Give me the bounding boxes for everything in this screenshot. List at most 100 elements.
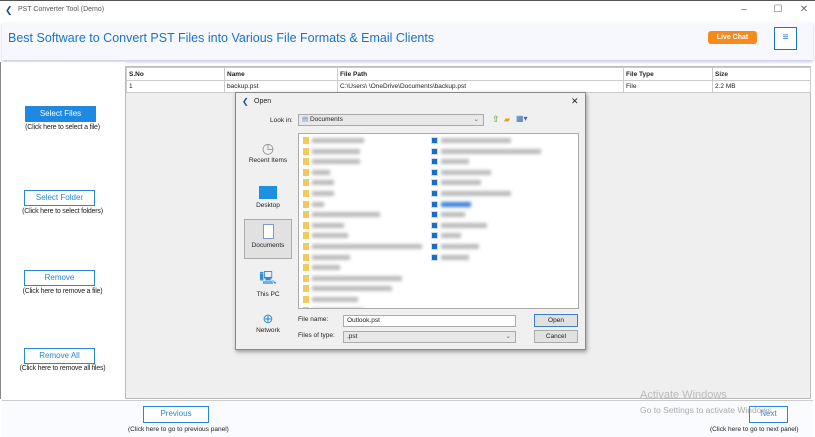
col-size[interactable]: Size [712,67,811,81]
cancel-button[interactable]: Cancel [534,330,578,343]
folder-item[interactable] [303,190,334,198]
documents-icon [262,224,274,239]
view-menu-icon[interactable]: ▦▾ [516,114,528,123]
left-panel: Select Files (Click here to select a fil… [0,62,125,399]
live-chat-button[interactable]: Live Chat [708,31,757,44]
select-files-button[interactable]: Select Files [25,106,96,122]
redacted-name [441,254,469,260]
pst-file-item[interactable] [431,158,469,166]
folder-item[interactable] [303,200,324,209]
look-in-select[interactable]: ▤ Documents ⌄ [298,114,484,126]
pst-file-item[interactable] [431,179,481,187]
maximize-button[interactable]: ☐ [771,4,785,15]
pst-file-item[interactable] [431,243,479,251]
place-label: Recent Items [248,157,288,164]
documents-small-icon: ▤ [302,116,310,123]
chevron-down-icon: ⌄ [505,333,511,340]
place-network[interactable]: ⊕ Network [244,311,292,334]
folder-icon [303,243,309,250]
folder-item[interactable] [303,274,402,283]
redacted-name [312,244,422,249]
folder-item[interactable] [303,243,422,251]
redacted-name [441,212,465,218]
place-recent-items[interactable]: ◷ Recent Items [244,140,292,164]
cell-name: backup.pst [224,80,338,93]
pst-file-item[interactable] [431,200,471,209]
pst-file-item[interactable] [431,232,461,240]
folder-item[interactable] [303,264,340,272]
outlook-file-icon [431,232,438,240]
table-row[interactable]: 1 backup.pst C:\Users\ \OneDrive\Documen… [126,80,811,93]
col-file-path[interactable]: File Path [337,67,624,81]
folder-item[interactable] [303,232,348,240]
place-this-pc[interactable]: 🖳 This PC [244,269,292,298]
header: Best Software to Convert PST Files into … [2,22,813,60]
folder-icon [303,179,309,187]
previous-button[interactable]: Previous [143,406,209,423]
pst-file-item[interactable] [431,137,511,145]
place-documents[interactable]: Documents [244,219,292,259]
folder-item[interactable] [303,285,392,293]
folder-icon [303,168,309,176]
file-table: S.No Name File Path File Type Size 1 bac… [126,67,811,93]
files-of-type-select[interactable]: .pst ⌄ [343,331,516,343]
pst-file-item[interactable] [431,168,491,177]
previous-caption: (Click here to go to previous panel) [128,426,229,433]
col-sno[interactable]: S.No [126,67,225,81]
open-dialog: ❮ Open ✕ Look in: ▤ Documents ⌄ ⇧ ▰ ▦▾ ◷… [235,92,586,350]
folder-item[interactable] [303,137,364,145]
col-file-type[interactable]: File Type [623,67,713,81]
redacted-name [312,265,340,271]
redacted-name [312,148,360,154]
file-name-input[interactable]: Outlook.pst [343,315,516,327]
file-list[interactable] [298,133,579,309]
watermark-title: Activate Windows [640,389,727,401]
folder-item[interactable] [303,306,364,308]
redacted-name [312,159,360,165]
dialog-title: Open [254,98,272,105]
folder-item[interactable] [303,253,350,262]
outlook-file-icon [431,243,438,250]
outlook-file-icon [431,147,438,155]
remove-all-button[interactable]: Remove All [24,348,95,364]
new-folder-icon[interactable]: ▰ [504,115,510,124]
redacted-name [441,222,487,228]
pst-file-item[interactable] [431,221,487,230]
folder-item[interactable] [303,296,358,304]
network-icon: ⊕ [262,311,274,326]
place-desktop[interactable]: Desktop [244,183,292,209]
select-folder-button[interactable]: Select Folder [24,190,95,206]
up-folder-icon[interactable]: ⇧ [492,114,500,125]
menu-icon[interactable]: ≡ [774,27,797,50]
remove-all-caption: (Click here to remove all files) [19,365,106,372]
redacted-name [312,307,364,308]
folder-icon [303,264,309,272]
place-label: Documents [251,242,285,249]
this-pc-icon: 🖳 [259,270,277,285]
outlook-file-icon [431,137,438,144]
folder-item[interactable] [303,147,360,156]
folder-item[interactable] [303,221,344,230]
desktop-icon [259,186,277,199]
pst-file-item[interactable] [431,211,465,219]
pst-file-item[interactable] [431,190,511,198]
redacted-name [312,191,334,196]
folder-item[interactable] [303,211,380,219]
folder-icon [303,296,309,303]
col-name[interactable]: Name [224,67,338,81]
folder-icon [303,190,309,197]
open-button[interactable]: Open [534,314,578,327]
outlook-file-icon [431,168,438,176]
folder-item[interactable] [303,158,360,166]
pst-file-item[interactable] [431,253,469,262]
remove-button[interactable]: Remove [24,270,95,286]
folder-item[interactable] [303,179,334,187]
cell-file-type: File [623,80,713,93]
pst-file-item[interactable] [431,147,541,156]
close-button[interactable]: ✕ [797,4,811,15]
outlook-file-icon [431,190,438,197]
folder-item[interactable] [303,168,330,177]
minimize-button[interactable]: – [737,4,751,15]
dialog-close-button[interactable]: ✕ [571,96,579,107]
redacted-name [441,148,541,154]
